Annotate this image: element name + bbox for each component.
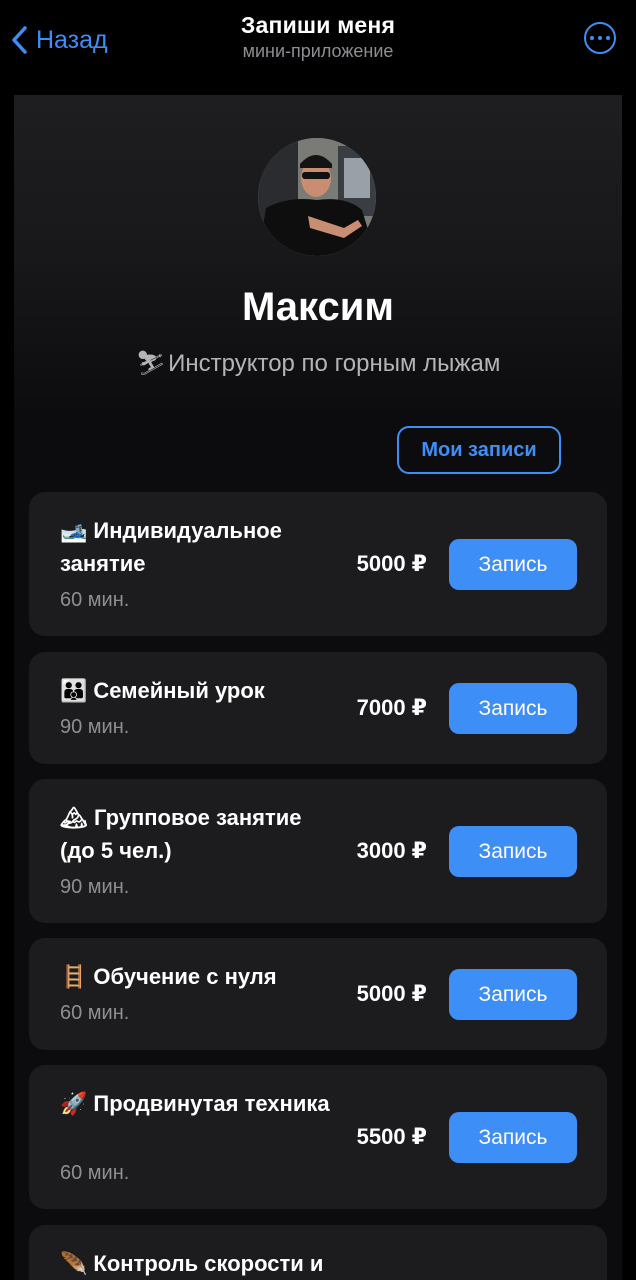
my-bookings-button[interactable]: Мои записи xyxy=(397,426,561,474)
book-button[interactable]: Запись xyxy=(449,969,577,1020)
service-price: 3000 ₽ xyxy=(356,838,427,863)
profile-name: Максим xyxy=(242,285,394,329)
profile-role: ⛷Инструктор по горным лыжам xyxy=(14,349,622,378)
service-duration: 60 мин. xyxy=(60,589,130,611)
service-title-text: Продвинутая техника xyxy=(93,1091,330,1116)
service-title: 🏔 Групповое занятие (до 5 чел.) xyxy=(60,801,340,867)
service-card: 🪜 Обучение с нуля 60 мин. 5000 ₽ Запись xyxy=(29,938,607,1050)
book-button[interactable]: Запись xyxy=(449,683,577,734)
service-title-text: Индивидуальное занятие xyxy=(60,518,282,576)
service-duration: 90 мин. xyxy=(60,876,130,898)
title-block: Запиши меня мини-приложение xyxy=(0,12,636,62)
page-title: Запиши меня xyxy=(240,12,396,38)
more-options-button[interactable] xyxy=(584,22,616,54)
mountain-icon: 🏔 xyxy=(60,805,88,830)
service-title-text: Контроль скорости и xyxy=(93,1251,324,1276)
mini-app-content[interactable]: Максим ⛷Инструктор по горным лыжам Мои з… xyxy=(14,95,622,1280)
skis-icon: 🎿 xyxy=(60,518,88,543)
service-price: 5500 ₽ xyxy=(356,1124,427,1149)
page-subtitle: мини-приложение xyxy=(242,41,394,61)
service-card: 🏔 Групповое занятие (до 5 чел.) 90 мин. 3… xyxy=(29,779,607,923)
avatar xyxy=(258,138,376,256)
family-icon: 👪 xyxy=(60,678,88,703)
service-title-text: Групповое занятие (до 5 чел.) xyxy=(60,805,302,863)
service-card: 👪 Семейный урок 90 мин. 7000 ₽ Запись xyxy=(29,652,607,764)
service-card: 🪶 Контроль скорости и xyxy=(29,1225,607,1280)
top-bar: Назад Запиши меня мини-приложение xyxy=(0,0,636,80)
book-button[interactable]: Запись xyxy=(449,826,577,877)
service-duration: 60 мин. xyxy=(60,1162,130,1184)
service-card: 🎿 Индивидуальное занятие 60 мин. 5000 ₽ З… xyxy=(29,492,607,636)
book-button[interactable]: Запись xyxy=(449,1112,577,1163)
service-title-text: Семейный урок xyxy=(93,678,265,703)
service-title: 🚀 Продвинутая техника xyxy=(60,1087,340,1120)
service-duration: 90 мин. xyxy=(60,716,130,738)
service-card: 🚀 Продвинутая техника 60 мин. 5500 ₽ Запи… xyxy=(29,1065,607,1209)
more-icon xyxy=(588,36,612,40)
service-price: 7000 ₽ xyxy=(356,695,427,720)
role-text: Инструктор по горным лыжам xyxy=(168,350,501,377)
feather-icon: 🪶 xyxy=(60,1251,88,1276)
book-button[interactable]: Запись xyxy=(449,539,577,590)
rocket-icon: 🚀 xyxy=(60,1091,88,1116)
service-title: 🪶 Контроль скорости и xyxy=(60,1247,420,1280)
ladder-icon: 🪜 xyxy=(60,964,88,989)
service-price: 5000 ₽ xyxy=(356,551,427,576)
service-title: 🎿 Индивидуальное занятие xyxy=(60,514,340,580)
service-title-text: Обучение с нуля xyxy=(93,964,277,989)
service-title: 🪜 Обучение с нуля xyxy=(60,960,340,993)
service-duration: 60 мин. xyxy=(60,1002,130,1024)
service-price: 5000 ₽ xyxy=(356,981,427,1006)
service-title: 👪 Семейный урок xyxy=(60,674,340,707)
skier-icon: ⛷ xyxy=(135,350,167,377)
profile-header: Максим ⛷Инструктор по горным лыжам xyxy=(14,95,622,415)
